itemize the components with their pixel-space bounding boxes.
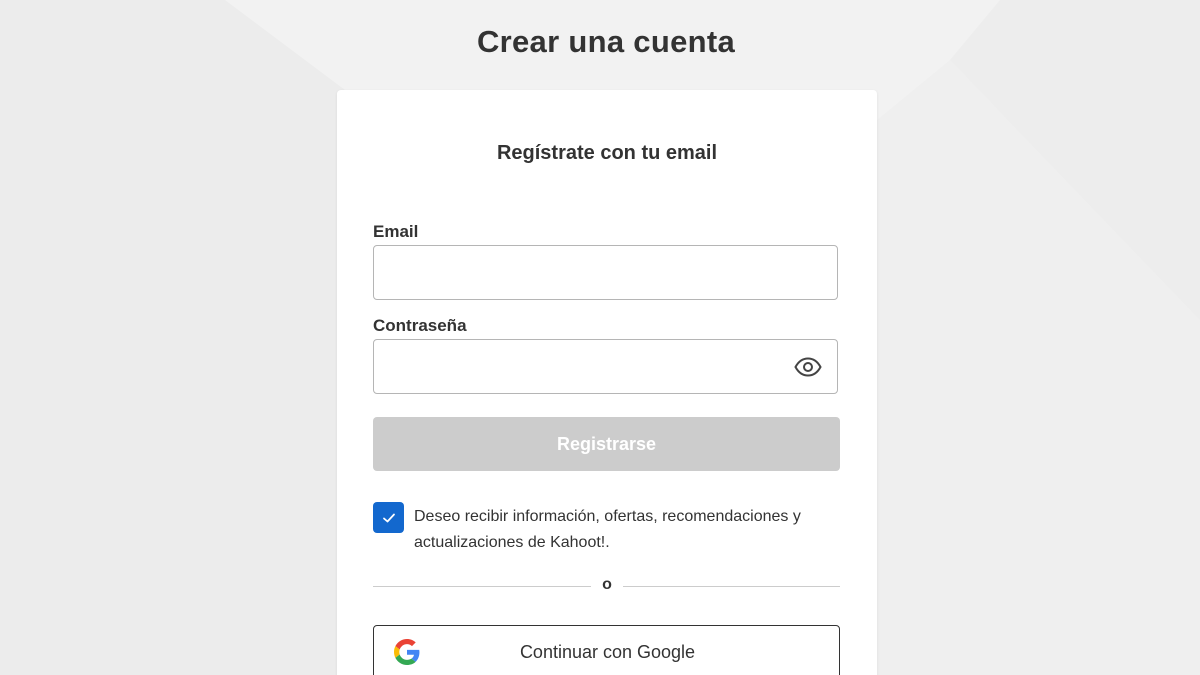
show-password-toggle[interactable]	[793, 354, 823, 380]
marketing-consent-checkbox[interactable]	[373, 502, 404, 533]
email-input[interactable]	[373, 245, 838, 300]
divider-or: o	[602, 576, 612, 593]
password-input[interactable]	[373, 339, 838, 394]
divider-line-left	[373, 586, 591, 587]
divider-line-right	[623, 586, 840, 587]
password-label: Contraseña	[373, 316, 467, 335]
continue-with-google-button[interactable]: Continuar con Google	[373, 625, 840, 675]
google-button-label: Continuar con Google	[519, 642, 696, 662]
signup-card: Regístrate con tu email Email Contraseña…	[337, 90, 877, 675]
register-button[interactable]: Registrarse	[373, 417, 840, 471]
email-label: Email	[373, 222, 419, 241]
signup-page: Crear una cuenta Regístrate con tu email…	[0, 0, 1200, 675]
marketing-consent-text: Deseo recibir información, ofertas, reco…	[414, 508, 801, 551]
page-title: Crear una cuenta	[476, 24, 736, 59]
checkmark-icon	[382, 513, 395, 522]
card-subtitle: Regístrate con tu email	[496, 142, 718, 164]
eye-icon	[794, 357, 822, 377]
